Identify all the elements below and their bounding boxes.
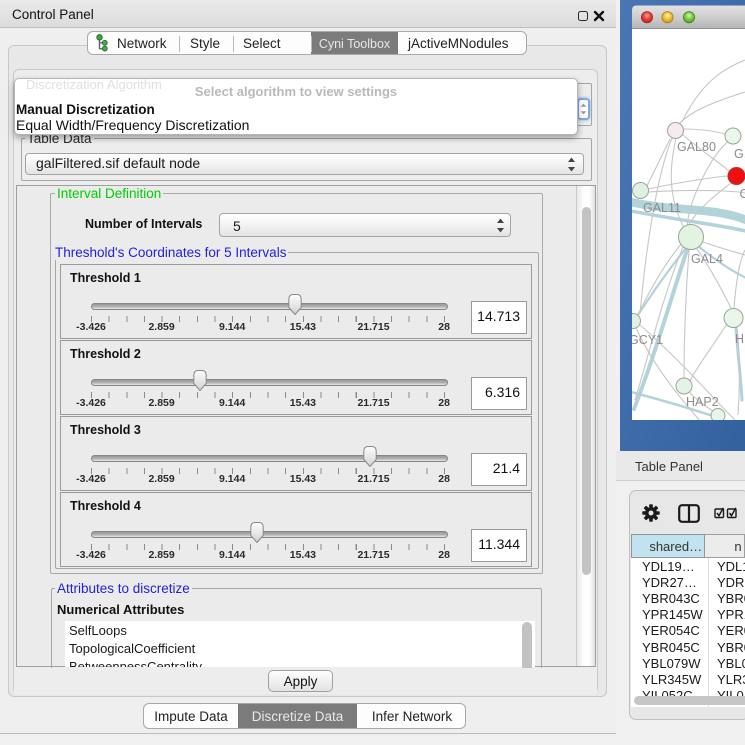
svg-text:G.: G.	[734, 147, 745, 161]
svg-text:GAL80: GAL80	[677, 140, 716, 154]
svg-text:H: H	[735, 332, 744, 346]
svg-text:GAL11: GAL11	[643, 201, 681, 215]
svg-text:HAP2: HAP2	[686, 395, 719, 409]
svg-text:GCY1: GCY1	[629, 333, 663, 347]
svg-text:C: C	[740, 187, 745, 201]
svg-text:GAL4: GAL4	[691, 252, 723, 266]
